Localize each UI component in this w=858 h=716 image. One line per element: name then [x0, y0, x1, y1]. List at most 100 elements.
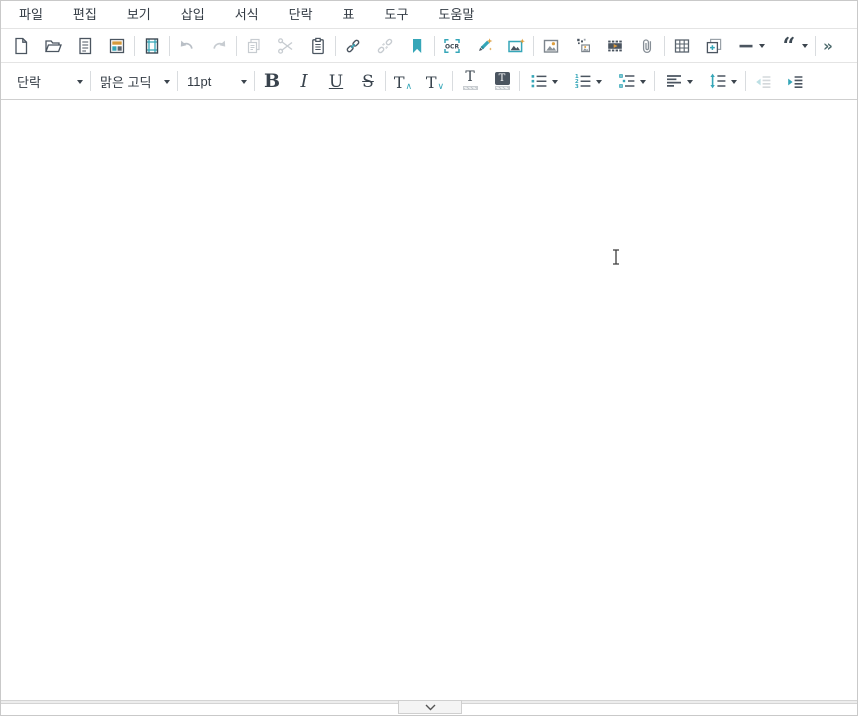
toolbar-separator	[90, 71, 91, 91]
numbered-list-button[interactable]: 1 2 3	[565, 66, 609, 96]
redo-button[interactable]	[203, 32, 235, 60]
unlink-icon	[375, 36, 395, 56]
svg-text:3: 3	[574, 84, 578, 90]
video-button[interactable]	[599, 32, 631, 60]
footer	[1, 698, 857, 715]
bookmark-button[interactable]	[401, 32, 433, 60]
chevron-down-icon	[77, 80, 83, 84]
toolbar-separator	[335, 36, 336, 56]
video-icon	[605, 36, 625, 56]
align-left-icon	[664, 71, 684, 91]
toolbar-separator	[169, 36, 170, 56]
collage-icon	[573, 36, 593, 56]
toolbar-separator	[745, 71, 746, 91]
copy-icon	[244, 36, 264, 56]
menubar: 파일 편집 보기 삽입 서식 단락 표 도구 도움말	[1, 1, 857, 29]
new-document-button[interactable]	[5, 32, 37, 60]
menu-view[interactable]: 보기	[112, 1, 166, 29]
editor-content-area[interactable]	[1, 100, 857, 698]
link-button[interactable]	[337, 32, 369, 60]
menu-tools[interactable]: 도구	[370, 1, 424, 29]
chevron-down-icon	[731, 80, 737, 84]
outdent-button[interactable]	[747, 66, 779, 96]
strikethrough-icon: S	[362, 72, 374, 92]
font-family-dropdown[interactable]: 맑은 고딕	[92, 68, 176, 94]
font-family-value: 맑은 고딕	[100, 72, 151, 91]
quote-icon: “	[779, 36, 799, 56]
text-color-icon: T	[463, 70, 478, 92]
image-button[interactable]	[535, 32, 567, 60]
attachment-button[interactable]	[631, 32, 663, 60]
bookmark-icon	[407, 36, 427, 56]
subscript-button[interactable]: T ∨	[419, 66, 451, 96]
page-layout-icon	[142, 36, 162, 56]
cut-icon	[276, 36, 296, 56]
text-color-button[interactable]: T	[454, 66, 486, 96]
ocr-button[interactable]: OCR	[436, 32, 468, 60]
bold-button[interactable]: B	[256, 66, 288, 96]
superscript-button[interactable]: T ∧	[387, 66, 419, 96]
italic-button[interactable]: I	[288, 66, 320, 96]
bullet-list-button[interactable]	[521, 66, 565, 96]
table-button[interactable]	[666, 32, 698, 60]
menu-help[interactable]: 도움말	[423, 1, 489, 29]
align-button[interactable]	[656, 66, 700, 96]
toolbar-separator	[664, 36, 665, 56]
chevrons-right-icon: »	[823, 37, 833, 55]
attachment-icon	[637, 36, 657, 56]
multilevel-list-icon	[617, 71, 637, 91]
paragraph-style-dropdown[interactable]: 단락	[9, 68, 89, 94]
indent-button[interactable]	[779, 66, 811, 96]
collage-button[interactable]	[567, 32, 599, 60]
multilevel-list-button[interactable]	[609, 66, 653, 96]
menu-file[interactable]: 파일	[4, 1, 58, 29]
menu-table[interactable]: 표	[328, 1, 370, 29]
cut-button[interactable]	[270, 32, 302, 60]
numbered-list-icon: 1 2 3	[573, 71, 593, 91]
ai-pen-icon	[474, 36, 494, 56]
menu-paragraph[interactable]: 단락	[274, 1, 328, 29]
ai-pen-button[interactable]	[468, 32, 500, 60]
open-folder-button[interactable]	[37, 32, 69, 60]
more-tools-button[interactable]: »	[817, 32, 839, 60]
superscript-icon: T	[394, 73, 405, 92]
horizontal-line-button[interactable]	[730, 32, 772, 60]
text-document-button[interactable]	[69, 32, 101, 60]
toolbar-primary: OCR	[1, 29, 857, 63]
template-button[interactable]	[101, 32, 133, 60]
redo-icon	[209, 36, 229, 56]
ai-image-button[interactable]	[500, 32, 532, 60]
paste-button[interactable]	[302, 32, 334, 60]
ocr-icon: OCR	[441, 35, 463, 57]
menu-insert[interactable]: 삽입	[166, 1, 220, 29]
highlight-color-button[interactable]: T	[486, 66, 518, 96]
bullet-list-icon	[529, 71, 549, 91]
quote-button[interactable]: “	[772, 32, 814, 60]
menu-format[interactable]: 서식	[220, 1, 274, 29]
copy-button[interactable]	[238, 32, 270, 60]
toolbar-separator	[654, 71, 655, 91]
ai-image-icon	[506, 36, 526, 56]
underline-button[interactable]: U	[320, 66, 352, 96]
font-size-dropdown[interactable]: 11pt	[179, 68, 253, 94]
toolbar-separator	[254, 71, 255, 91]
paragraph-style-value: 단락	[17, 72, 41, 91]
highlight-color-icon: T	[495, 72, 510, 92]
editor-window: 파일 편집 보기 삽입 서식 단락 표 도구 도움말	[0, 0, 858, 716]
expand-editor-button[interactable]	[398, 700, 462, 714]
chevron-down-icon	[552, 80, 558, 84]
strikethrough-button[interactable]: S	[352, 66, 384, 96]
line-spacing-button[interactable]	[700, 66, 744, 96]
page-layout-button[interactable]	[136, 32, 168, 60]
menu-edit[interactable]: 편집	[58, 1, 112, 29]
toolbar-separator	[385, 71, 386, 91]
outdent-icon	[753, 72, 773, 92]
undo-button[interactable]	[171, 32, 203, 60]
unlink-button[interactable]	[369, 32, 401, 60]
insert-frame-button[interactable]	[698, 32, 730, 60]
text-document-icon	[75, 36, 95, 56]
toolbar-separator	[533, 36, 534, 56]
chevron-down-icon	[596, 80, 602, 84]
toolbar-separator	[134, 36, 135, 56]
italic-icon: I	[300, 71, 307, 92]
